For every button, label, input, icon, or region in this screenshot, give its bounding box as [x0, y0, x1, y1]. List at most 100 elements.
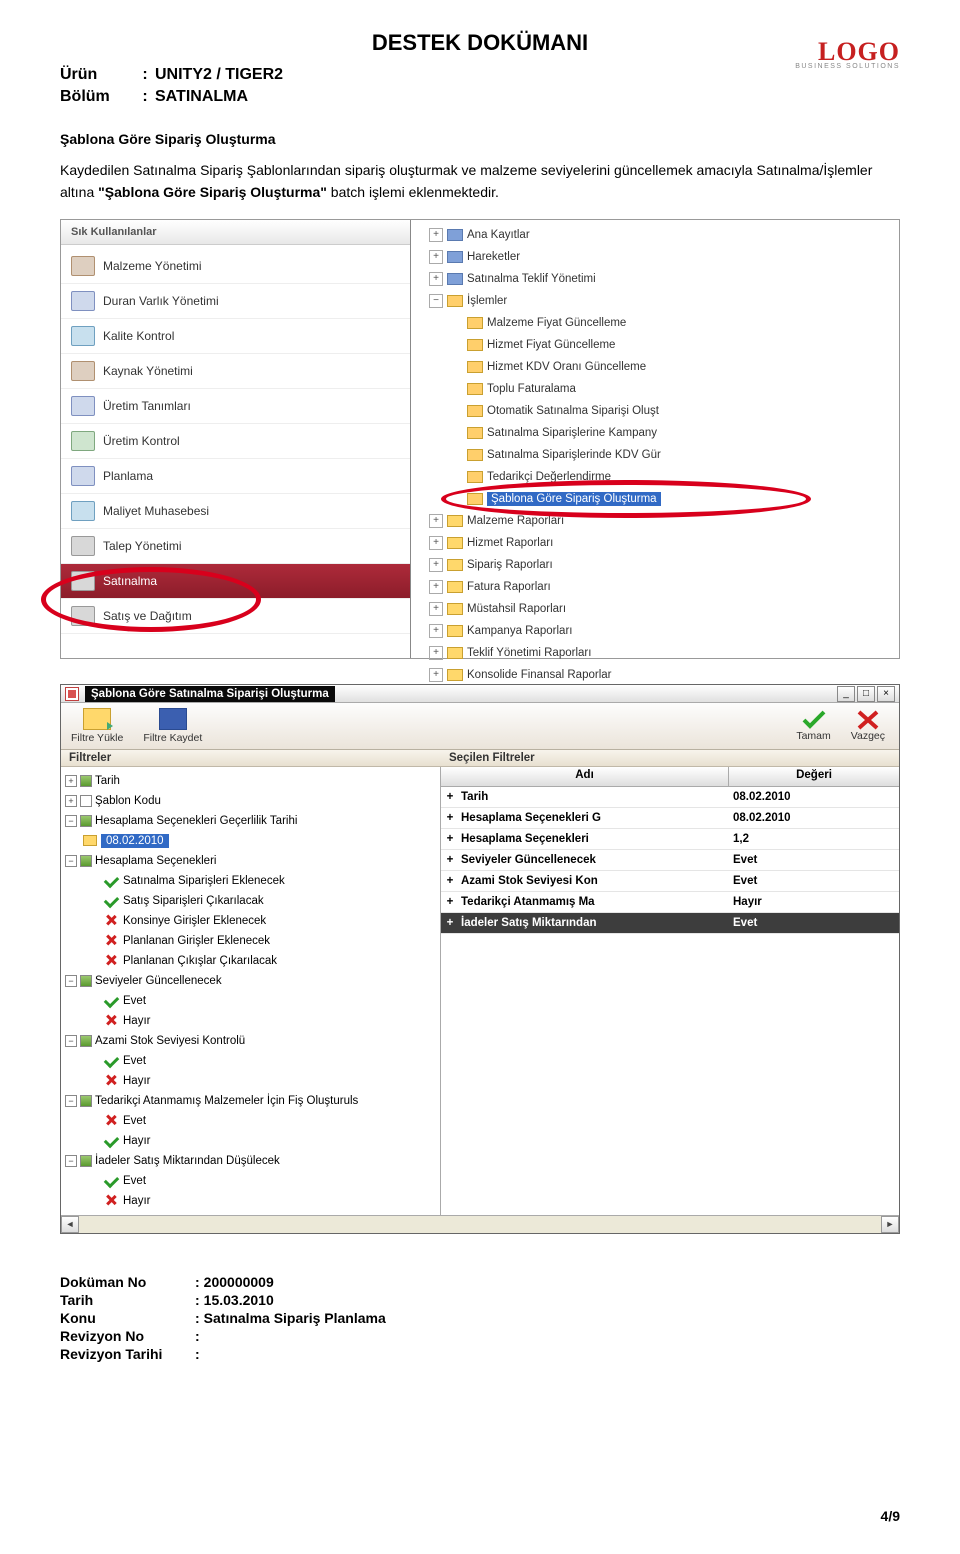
filter-op[interactable]: Satış Siparişleri Çıkarılacak — [65, 891, 436, 911]
nav-item-satinalma[interactable]: Satınalma — [61, 564, 410, 599]
filter-evet[interactable]: Evet — [65, 991, 436, 1011]
filter-label: Satınalma Siparişleri Eklenecek — [123, 875, 285, 887]
nav-item-kalite[interactable]: Kalite Kontrol — [61, 319, 410, 354]
tree-item[interactable]: Satınalma Siparişlerine Kampany — [411, 422, 899, 444]
checkbox-icon[interactable] — [80, 1035, 92, 1047]
filter-op[interactable]: Planlanan Çıkışlar Çıkarılacak — [65, 951, 436, 971]
filter-iade[interactable]: −İadeler Satış Miktarından Düşülecek — [65, 1151, 436, 1171]
expand-icon[interactable]: + — [429, 602, 443, 616]
tree-item[interactable]: +Hizmet Raporları — [411, 532, 899, 554]
collapse-icon[interactable]: − — [65, 1155, 77, 1167]
tree-item[interactable]: Malzeme Fiyat Güncelleme — [411, 312, 899, 334]
filter-hayir[interactable]: Hayır — [65, 1011, 436, 1031]
minimize-button[interactable]: _ — [837, 686, 855, 702]
nav-item-malzeme[interactable]: Malzeme Yönetimi — [61, 249, 410, 284]
scrollbar-horizontal[interactable]: ◄ ► — [61, 1215, 899, 1233]
filter-hesap-gecer[interactable]: −Hesaplama Seçenekleri Geçerlilik Tarihi — [65, 811, 436, 831]
filter-hayir[interactable]: Hayır — [65, 1071, 436, 1091]
nav-item-talep[interactable]: Talep Yönetimi — [61, 529, 410, 564]
tree-item[interactable]: +Fatura Raporları — [411, 576, 899, 598]
tree-item[interactable]: Hizmet Fiyat Güncelleme — [411, 334, 899, 356]
selected-filter-row[interactable]: +Hesaplama Seçenekleri1,2 — [441, 829, 899, 850]
checkbox-icon[interactable] — [80, 855, 92, 867]
filter-evet[interactable]: Evet — [65, 1171, 436, 1191]
tree-item[interactable]: +Ana Kayıtlar — [411, 224, 899, 246]
collapse-icon[interactable]: − — [65, 1035, 77, 1047]
expand-icon[interactable]: + — [429, 624, 443, 638]
nav-item-uretim-kontrol[interactable]: Üretim Kontrol — [61, 424, 410, 459]
expand-icon[interactable]: + — [429, 668, 443, 682]
selected-filter-row[interactable]: +Tedarikçi Atanmamış MaHayır — [441, 892, 899, 913]
filter-tedarik[interactable]: −Tedarikçi Atanmamış Malzemeler İçin Fiş… — [65, 1091, 436, 1111]
close-button[interactable]: × — [877, 686, 895, 702]
expand-icon[interactable]: + — [429, 580, 443, 594]
checkbox-icon[interactable] — [80, 975, 92, 987]
tree-item[interactable]: +Kampanya Raporları — [411, 620, 899, 642]
expand-icon[interactable]: + — [429, 228, 443, 242]
tree-item[interactable]: +Teklif Yönetimi Raporları — [411, 642, 899, 664]
tree-item[interactable]: +Müstahsil Raporları — [411, 598, 899, 620]
collapse-icon[interactable]: − — [65, 975, 77, 987]
expand-icon[interactable]: + — [429, 646, 443, 660]
nav-item-satis[interactable]: Satış ve Dağıtım — [61, 599, 410, 634]
filter-evet[interactable]: Evet — [65, 1051, 436, 1071]
collapse-icon[interactable]: − — [65, 855, 77, 867]
collapse-icon[interactable]: − — [65, 1095, 77, 1107]
collapse-icon[interactable]: − — [65, 815, 77, 827]
filter-hayir[interactable]: Hayır — [65, 1191, 436, 1211]
filter-op[interactable]: Konsinye Girişler Eklenecek — [65, 911, 436, 931]
checkbox-icon[interactable] — [80, 815, 92, 827]
tree-item[interactable]: +Konsolide Finansal Raporlar — [411, 664, 899, 686]
tree-item[interactable]: +Hareketler — [411, 246, 899, 268]
maximize-button[interactable]: □ — [857, 686, 875, 702]
nav-item-duran-varlik[interactable]: Duran Varlık Yönetimi — [61, 284, 410, 319]
collapse-icon[interactable]: − — [429, 294, 443, 308]
tree-item[interactable]: +Malzeme Raporları — [411, 510, 899, 532]
tree-item[interactable]: −İşlemler — [411, 290, 899, 312]
tree-item[interactable]: Tedarikçi Değerlendirme — [411, 466, 899, 488]
filter-hayir[interactable]: Hayır — [65, 1131, 436, 1151]
nav-item-maliyet[interactable]: Maliyet Muhasebesi — [61, 494, 410, 529]
tree-item[interactable]: Toplu Faturalama — [411, 378, 899, 400]
selected-filter-row[interactable]: +Tarih08.02.2010 — [441, 787, 899, 808]
filter-save-button[interactable]: Filtre Kaydet — [143, 708, 202, 744]
filter-op[interactable]: Satınalma Siparişleri Eklenecek — [65, 871, 436, 891]
filter-azami[interactable]: −Azami Stok Seviyesi Kontrolü — [65, 1031, 436, 1051]
scroll-right-button[interactable]: ► — [881, 1216, 899, 1233]
filter-tarih[interactable]: +Tarih — [65, 771, 436, 791]
filter-seviye[interactable]: −Seviyeler Güncellenecek — [65, 971, 436, 991]
checkbox-icon[interactable] — [80, 775, 92, 787]
tree-item[interactable]: Satınalma Siparişlerinde KDV Gür — [411, 444, 899, 466]
expand-icon[interactable]: + — [429, 514, 443, 528]
nav-item-kaynak[interactable]: Kaynak Yönetimi — [61, 354, 410, 389]
checkbox-icon[interactable] — [80, 795, 92, 807]
selected-filter-row[interactable]: +Hesaplama Seçenekleri G08.02.2010 — [441, 808, 899, 829]
expand-icon[interactable]: + — [65, 775, 77, 787]
filter-date-selected[interactable]: 08.02.2010 — [65, 831, 436, 851]
expand-icon[interactable]: + — [429, 250, 443, 264]
cancel-button[interactable]: Vazgeç — [851, 710, 885, 742]
tree-item[interactable]: Otomatik Satınalma Siparişi Oluşt — [411, 400, 899, 422]
expand-icon[interactable]: + — [429, 536, 443, 550]
scroll-left-button[interactable]: ◄ — [61, 1216, 79, 1233]
ok-button[interactable]: Tamam — [796, 710, 830, 742]
tree-item[interactable]: Hizmet KDV Oranı Güncelleme — [411, 356, 899, 378]
filter-evet[interactable]: Evet — [65, 1111, 436, 1131]
filter-op[interactable]: Planlanan Girişler Eklenecek — [65, 931, 436, 951]
tree-item[interactable]: +Sipariş Raporları — [411, 554, 899, 576]
tree-item-selected[interactable]: Şablona Göre Sipariş Oluşturma — [411, 488, 899, 510]
filter-hesap-sec[interactable]: −Hesaplama Seçenekleri — [65, 851, 436, 871]
filter-sablon[interactable]: +Şablon Kodu — [65, 791, 436, 811]
selected-filter-row[interactable]: +Azami Stok Seviyesi KonEvet — [441, 871, 899, 892]
selected-filter-row[interactable]: +İadeler Satış MiktarındanEvet — [441, 913, 899, 934]
filter-load-button[interactable]: Filtre Yükle — [71, 708, 123, 744]
nav-item-uretim-tanim[interactable]: Üretim Tanımları — [61, 389, 410, 424]
expand-icon[interactable]: + — [429, 272, 443, 286]
selected-filter-row[interactable]: +Seviyeler GüncellenecekEvet — [441, 850, 899, 871]
checkbox-icon[interactable] — [80, 1095, 92, 1107]
expand-icon[interactable]: + — [65, 795, 77, 807]
tree-item[interactable]: +Satınalma Teklif Yönetimi — [411, 268, 899, 290]
expand-icon[interactable]: + — [429, 558, 443, 572]
nav-item-planlama[interactable]: Planlama — [61, 459, 410, 494]
checkbox-icon[interactable] — [80, 1155, 92, 1167]
